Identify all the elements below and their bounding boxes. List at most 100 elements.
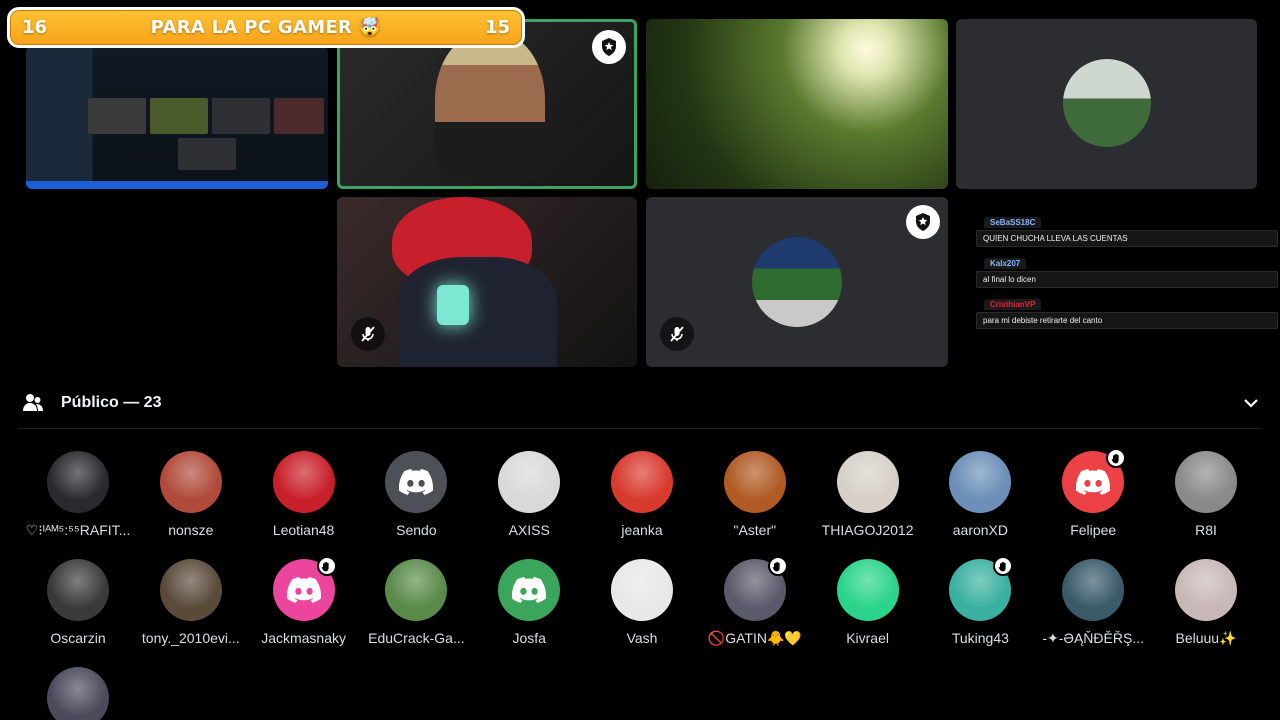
avatar[interactable]	[1175, 451, 1237, 513]
audience-member[interactable]: "Aster"	[699, 451, 811, 538]
avatar-image	[1062, 559, 1125, 621]
screen-thumbnail	[212, 98, 270, 134]
avatar[interactable]	[498, 559, 561, 621]
audience-header[interactable]: Público — 23	[22, 388, 1262, 418]
chat-username: SeBaSS18C	[984, 217, 1042, 228]
screen-thumbnail	[88, 98, 146, 134]
audience-member[interactable]: nonsze	[135, 451, 247, 538]
screen-thumbnail	[150, 98, 208, 134]
avatar[interactable]	[47, 451, 109, 513]
member-name: 🚫GATIN🐥💛	[707, 630, 802, 646]
member-name: tony._2010evi...	[141, 630, 240, 646]
avatar[interactable]	[1062, 448, 1127, 513]
avatar-image	[47, 451, 109, 513]
video-tile-camera[interactable]	[646, 19, 948, 189]
screen-thumbnail	[178, 138, 236, 170]
avatar[interactable]	[159, 451, 222, 513]
raised-hand-badge	[316, 556, 337, 576]
discord-logo-icon	[512, 577, 547, 603]
avatar[interactable]	[611, 451, 673, 513]
avatar[interactable]	[385, 451, 448, 513]
avatar[interactable]	[47, 667, 109, 720]
avatar[interactable]	[611, 559, 673, 621]
avatar[interactable]	[272, 451, 335, 513]
audience-member[interactable]: Kivrael	[812, 559, 924, 646]
avatar-image	[611, 559, 673, 621]
avatar[interactable]	[1062, 559, 1125, 621]
member-name: Jackmasnaky	[261, 630, 346, 646]
audience-member[interactable]: jeanka	[586, 451, 698, 538]
audience-member[interactable]: Vash	[586, 559, 698, 646]
audience-member[interactable]: 🚫GATIN🐥💛	[699, 556, 811, 647]
member-name: EduCrack-Ga...	[368, 630, 465, 646]
shield-icon	[906, 205, 940, 239]
avatar[interactable]	[272, 556, 337, 621]
member-name: Leotian48	[272, 522, 335, 538]
member-name: Vash	[626, 630, 658, 646]
banner-title: PARA LA PC GAMER 🤯	[150, 17, 382, 38]
member-name: R8I	[1195, 522, 1217, 538]
avatar[interactable]	[836, 451, 899, 513]
audience-member[interactable]: Tuking43	[924, 556, 1036, 646]
audience-member[interactable]: aaronXD	[924, 451, 1036, 538]
audience-member[interactable]: Felipee	[1037, 448, 1149, 538]
member-name: Felipee	[1070, 522, 1117, 538]
avatar[interactable]	[723, 451, 786, 513]
participant-video	[397, 257, 557, 367]
chat-text: QUIEN CHUCHA LLEVA LAS CUENTAS	[976, 230, 1278, 247]
audience-member[interactable]: THIAGOJ2012	[812, 451, 924, 538]
avatar-image	[47, 559, 109, 621]
audience-member[interactable]: Jackmasnaky	[248, 556, 360, 646]
avatar-image	[949, 451, 1012, 513]
audience-member[interactable]: Josfa	[473, 559, 585, 646]
participant-video	[437, 285, 469, 325]
raised-hand-badge	[993, 556, 1014, 576]
audience-member[interactable]: AXISS	[473, 451, 585, 538]
screen-share-tile[interactable]	[26, 46, 328, 189]
audience-member[interactable]: R8I	[1150, 451, 1262, 538]
avatar-image	[1175, 451, 1237, 513]
member-name: Beluuu✨	[1175, 630, 1237, 646]
member-name: Kivrael	[846, 630, 889, 646]
avatar[interactable]	[836, 559, 899, 621]
audience-member[interactable]: Leotian48	[248, 451, 360, 538]
audience-member[interactable]: Oscarzin	[22, 559, 134, 646]
avatar[interactable]	[385, 559, 448, 621]
audience-member[interactable]: Beluuu✨	[1150, 559, 1262, 647]
avatar[interactable]	[47, 559, 109, 621]
raised-hand-badge	[767, 556, 788, 576]
avatar-image	[159, 451, 222, 513]
audience-member[interactable]: tony._2010evi...	[135, 559, 247, 646]
video-tile-avatar[interactable]	[956, 19, 1257, 189]
video-tile-soccer[interactable]	[646, 197, 948, 367]
avatar[interactable]	[723, 556, 788, 621]
raised-hand-badge	[1106, 448, 1127, 468]
audience-member[interactable]: EduCrack-Ga...	[360, 559, 472, 646]
chat-message: Kalx207 al final lo dicen	[976, 253, 1278, 288]
member-name: -✦-ƏĄŇĐĚŘŞ...	[1042, 630, 1144, 646]
avatar[interactable]	[949, 451, 1012, 513]
audience-member[interactable]: ♡⁝ᴵᴬᴹ⁵:⁵⁵RAFIT...	[22, 451, 134, 539]
video-tile-redwig[interactable]	[337, 197, 637, 367]
participant-avatar	[1063, 59, 1151, 147]
audience-member[interactable]: -✦-ƏĄŇĐĚŘŞ...	[1037, 559, 1149, 647]
divider	[18, 428, 1262, 429]
avatar[interactable]	[159, 559, 222, 621]
avatar-image	[385, 451, 448, 513]
chevron-down-icon[interactable]	[1242, 394, 1260, 412]
discord-logo-icon	[399, 469, 434, 495]
member-name: ♡⁝ᴵᴬᴹ⁵:⁵⁵RAFIT...	[25, 522, 131, 538]
avatar[interactable]	[1175, 559, 1237, 621]
member-name: aaronXD	[952, 522, 1009, 538]
audience-member[interactable]	[22, 667, 134, 720]
avatar-image	[836, 451, 899, 513]
audience-member[interactable]: Sendo	[360, 451, 472, 538]
avatar[interactable]	[949, 556, 1014, 621]
avatar[interactable]	[498, 451, 561, 513]
right-score: 15	[484, 17, 510, 38]
muted-mic-icon	[660, 317, 694, 351]
member-name: Oscarzin	[50, 630, 106, 646]
member-name: Sendo	[396, 522, 437, 538]
discord-logo-icon	[1076, 469, 1111, 495]
chat-text: al final lo dicen	[976, 271, 1278, 288]
